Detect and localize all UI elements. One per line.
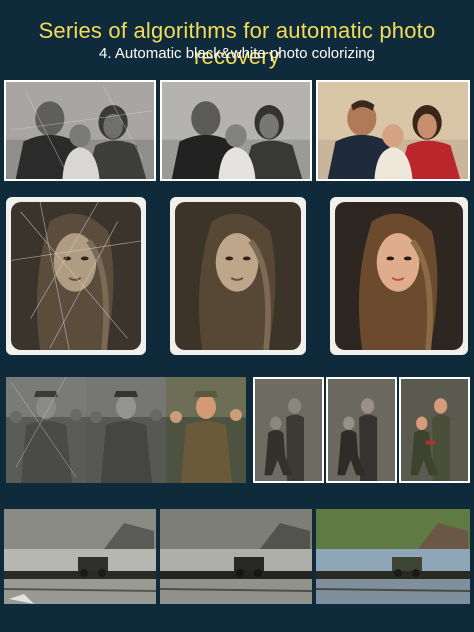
woman-photo-colorized [330,197,468,355]
soldiers-photo-colorized [166,377,246,483]
family-photo-damaged [4,80,156,181]
seated-soldiers-photo-colorized [399,377,470,483]
woman-photo-damaged [6,197,146,355]
river-photo-restored [160,509,312,604]
soldiers-photo-damaged [6,377,86,483]
woman-photo-restored [170,197,306,355]
river-photo-damaged [4,509,156,604]
page-subtitle: 4. Automatic black&white photo colorizin… [99,45,375,62]
seated-soldiers-photo-damaged [253,377,324,483]
seated-soldiers-photo-restored [326,377,397,483]
family-photo-restored [160,80,312,181]
page-title: Series of algorithms for automatic photo… [38,18,436,69]
river-photo-colorized [316,509,470,604]
family-photo-colorized [316,80,470,181]
soldiers-photo-restored [86,377,166,483]
